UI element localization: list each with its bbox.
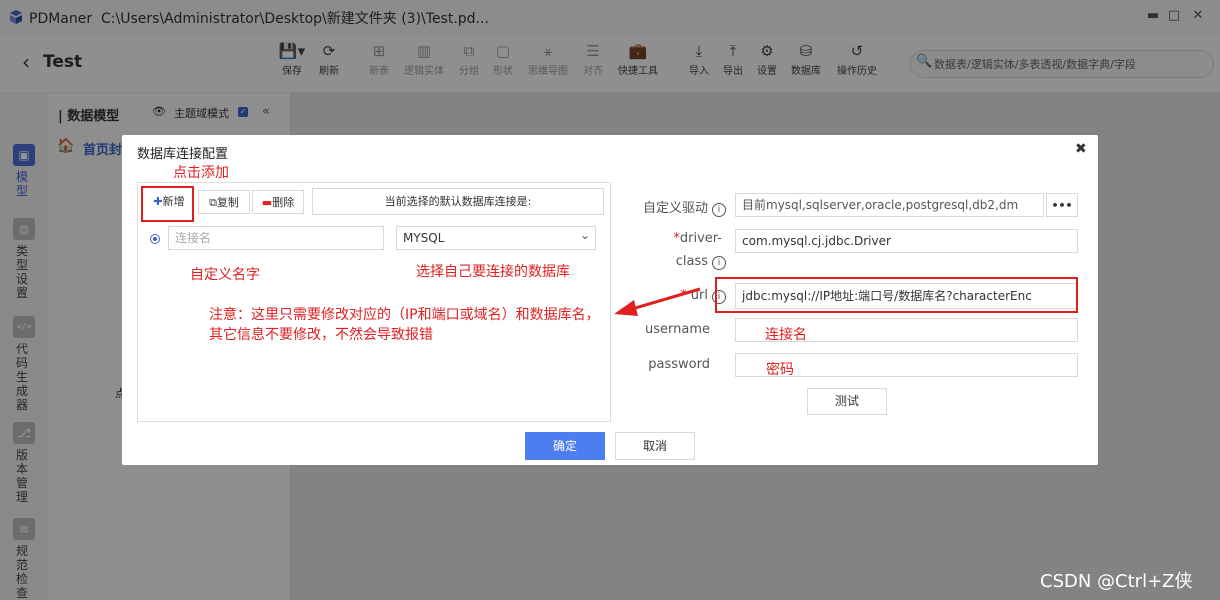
watermark: CSDN @Ctrl+Z侠 (1040, 571, 1193, 592)
annotation-arrow (614, 287, 701, 316)
